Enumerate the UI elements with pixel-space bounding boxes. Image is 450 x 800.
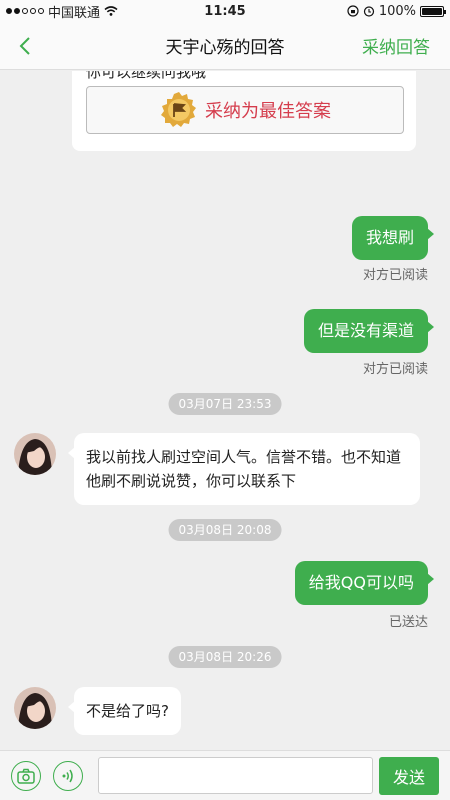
signal-icon bbox=[6, 8, 44, 14]
answer-card-text: 你可以继续问我哦 bbox=[86, 71, 207, 81]
avatar[interactable] bbox=[14, 687, 56, 729]
accept-answer-button[interactable]: 采纳回答 bbox=[362, 33, 430, 58]
answer-card: 你可以继续问我哦 采纳为最佳答案 bbox=[72, 71, 416, 151]
camera-button[interactable] bbox=[11, 761, 41, 791]
status-bar: 中国联通 11:45 100% bbox=[0, 0, 450, 22]
camera-icon bbox=[17, 768, 35, 784]
wifi-icon bbox=[104, 6, 118, 16]
medal-icon bbox=[161, 92, 196, 127]
timestamp: 03月07日 23:53 bbox=[168, 393, 282, 415]
delivery-status: 已送达 bbox=[388, 615, 428, 630]
battery-icon bbox=[420, 5, 446, 17]
message-input[interactable] bbox=[98, 757, 373, 794]
message-bubble-incoming[interactable]: 我以前找人刷过空间人气。信誉不错。也不知道他刷不刷说说赞，你可以联系下 bbox=[68, 433, 420, 505]
timestamp: 03月08日 20:26 bbox=[168, 646, 282, 668]
voice-icon bbox=[62, 769, 73, 783]
message-bubble-incoming[interactable]: 不是给了吗? bbox=[68, 687, 181, 735]
message-bubble-outgoing[interactable]: 给我QQ可以吗 bbox=[294, 561, 435, 605]
rotation-lock-icon bbox=[347, 5, 359, 17]
input-bar: 发送 bbox=[0, 750, 450, 800]
best-answer-button[interactable]: 采纳为最佳答案 bbox=[86, 86, 404, 134]
page-title: 天宇心殇的回答 bbox=[165, 38, 285, 58]
avatar-image bbox=[14, 687, 56, 729]
timestamp: 03月08日 20:08 bbox=[168, 519, 282, 541]
chevron-left-icon bbox=[19, 36, 30, 55]
avatar[interactable] bbox=[14, 433, 56, 475]
navigation-bar: 天宇心殇的回答 采纳回答 bbox=[0, 22, 450, 70]
send-button[interactable]: 发送 bbox=[379, 757, 439, 795]
chat-area[interactable]: 你可以继续问我哦 采纳为最佳答案 我想刷 对方已阅读 但是没有渠道 对方已阅读 … bbox=[0, 71, 450, 750]
alarm-icon bbox=[363, 6, 374, 17]
avatar-image bbox=[14, 433, 56, 475]
read-status: 对方已阅读 bbox=[362, 362, 428, 377]
carrier-name: 中国联通 bbox=[48, 5, 101, 21]
message-bubble-outgoing[interactable]: 我想刷 bbox=[351, 216, 435, 260]
read-status: 对方已阅读 bbox=[362, 268, 428, 283]
message-bubble-outgoing[interactable]: 但是没有渠道 bbox=[303, 309, 435, 353]
back-button[interactable] bbox=[0, 22, 50, 70]
battery-percent: 100% bbox=[378, 3, 416, 19]
best-answer-label: 采纳为最佳答案 bbox=[205, 101, 331, 122]
voice-button[interactable] bbox=[53, 761, 83, 791]
